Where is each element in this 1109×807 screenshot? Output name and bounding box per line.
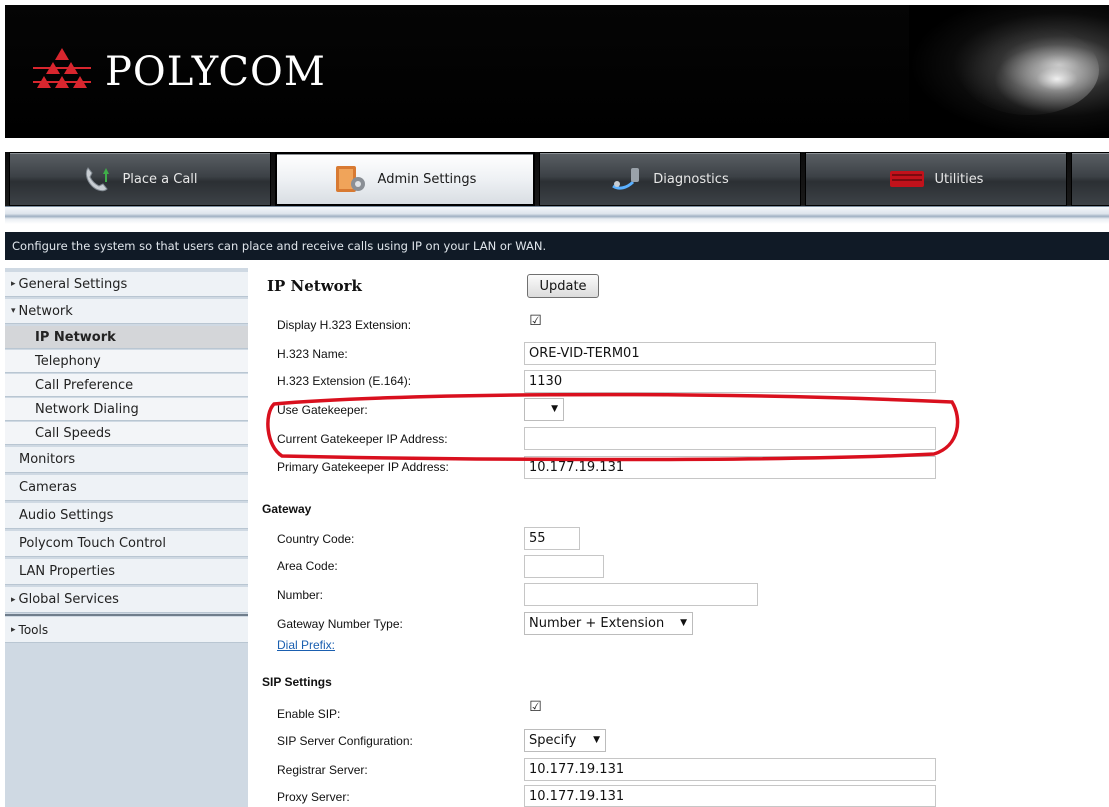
sidebar-item-label: Network <box>18 303 73 319</box>
utilities-icon <box>889 167 925 191</box>
expand-arrow-icon: ▸ <box>11 624 16 635</box>
gateway-number-type-value: Number + Extension <box>529 616 665 631</box>
enable-sip-checkbox[interactable]: ☑ <box>529 700 542 715</box>
sidebar-item-label: Tools <box>18 622 49 637</box>
tab-utilities-label: Utilities <box>934 171 984 187</box>
proxy-server-field[interactable]: 10.177.19.131 <box>524 785 936 807</box>
use-gatekeeper-select[interactable]: ▼ <box>524 398 564 421</box>
header-divider <box>5 138 1109 152</box>
sip-server-configuration-value: Specify <box>529 733 577 748</box>
tab-partial[interactable] <box>1071 152 1109 206</box>
sidebar-item-polycom-touch-control[interactable]: Polycom Touch Control <box>5 531 248 557</box>
highlight-annotation <box>266 392 960 462</box>
header-banner: POLYCOM <box>5 5 1109 138</box>
h323-extension-label: H.323 Extension (E.164): <box>277 374 412 388</box>
sidebar-item-label: IP Network <box>35 329 116 345</box>
number-label: Number: <box>277 588 324 602</box>
header-splash-graphic <box>959 25 1099 115</box>
gateway-number-type-label: Gateway Number Type: <box>277 617 403 631</box>
area-code-label: Area Code: <box>277 559 338 573</box>
gateway-section-title: Gateway <box>262 502 312 516</box>
chevron-down-icon: ▼ <box>593 735 600 745</box>
primary-gatekeeper-ip-field[interactable]: 10.177.19.131 <box>524 456 936 479</box>
tab-utilities[interactable]: Utilities <box>805 152 1067 206</box>
sidebar-item-global-services[interactable]: ▸ Global Services <box>5 587 248 613</box>
sidebar-item-label: Audio Settings <box>19 508 114 523</box>
chevron-down-icon: ▼ <box>680 618 687 628</box>
enable-sip-label: Enable SIP: <box>277 707 341 721</box>
sidebar-item-tools[interactable]: ▸ Tools <box>5 617 248 643</box>
current-gatekeeper-ip-field[interactable] <box>524 427 936 450</box>
sidebar-item-label: LAN Properties <box>19 564 115 579</box>
sidebar-item-general-settings[interactable]: ▸ General Settings <box>5 272 248 297</box>
sidebar-item-audio-settings[interactable]: Audio Settings <box>5 503 248 529</box>
sidebar-item-cameras[interactable]: Cameras <box>5 475 248 501</box>
tab-diagnostics-label: Diagnostics <box>653 171 729 187</box>
main-nav: Place a Call Admin Settings Diagnostics … <box>5 152 1109 206</box>
sidebar-item-label: Monitors <box>19 452 76 467</box>
collapse-arrow-icon: ▾ <box>11 306 16 316</box>
sidebar-item-label: General Settings <box>18 276 128 292</box>
country-code-label: Country Code: <box>277 532 355 546</box>
current-gatekeeper-ip-label: Current Gatekeeper IP Address: <box>277 432 448 446</box>
gateway-number-type-select[interactable]: Number + Extension ▼ <box>524 612 693 635</box>
tab-admin-settings-label: Admin Settings <box>377 171 477 187</box>
brand-name: POLYCOM <box>105 49 326 95</box>
sidebar: ▸ General Settings ▾ Network IP Network … <box>5 268 248 807</box>
tab-admin-settings[interactable]: Admin Settings <box>275 152 535 206</box>
diagnostics-icon <box>611 164 643 194</box>
registrar-server-field[interactable]: 10.177.19.131 <box>524 758 936 781</box>
sip-server-configuration-select[interactable]: Specify ▼ <box>524 729 606 752</box>
info-bar: Configure the system so that users can p… <box>5 232 1109 260</box>
sidebar-item-label: Global Services <box>18 592 119 607</box>
sip-server-configuration-label: SIP Server Configuration: <box>277 734 413 748</box>
tab-place-a-call-label: Place a Call <box>122 171 198 187</box>
chevron-down-icon: ▼ <box>551 404 558 414</box>
sidebar-item-network[interactable]: ▾ Network <box>5 299 248 324</box>
sidebar-item-lan-properties[interactable]: LAN Properties <box>5 559 248 585</box>
proxy-server-label: Proxy Server: <box>277 790 350 804</box>
tab-diagnostics[interactable]: Diagnostics <box>539 152 801 206</box>
polycom-logo: POLYCOM <box>31 43 326 101</box>
update-button[interactable]: Update <box>527 274 599 298</box>
h323-extension-field[interactable]: 1130 <box>524 370 936 393</box>
display-h323-extension-label: Display H.323 Extension: <box>277 318 412 332</box>
sidebar-divider <box>5 614 248 616</box>
sidebar-item-ip-network[interactable]: IP Network <box>5 326 248 349</box>
phone-icon <box>82 164 112 194</box>
primary-gatekeeper-ip-label: Primary Gatekeeper IP Address: <box>277 460 449 474</box>
h323-name-field[interactable]: ORE-VID-TERM01 <box>524 342 936 365</box>
sidebar-item-label: Cameras <box>19 480 77 495</box>
admin-settings-icon <box>334 164 368 194</box>
sidebar-item-call-preference[interactable]: Call Preference <box>5 374 248 397</box>
sidebar-item-label: Telephony <box>35 353 101 369</box>
sidebar-item-call-speeds[interactable]: Call Speeds <box>5 422 248 445</box>
expand-arrow-icon: ▸ <box>11 594 16 605</box>
sidebar-item-telephony[interactable]: Telephony <box>5 350 248 373</box>
tab-place-a-call[interactable]: Place a Call <box>9 152 271 206</box>
dial-prefix-link[interactable]: Dial Prefix: <box>277 638 335 652</box>
sidebar-item-network-dialing[interactable]: Network Dialing <box>5 398 248 421</box>
sidebar-item-label: Call Preference <box>35 377 134 393</box>
h323-name-label: H.323 Name: <box>277 347 348 361</box>
page-title: IP Network <box>267 277 362 295</box>
polycom-triangles-icon <box>33 48 91 88</box>
use-gatekeeper-label: Use Gatekeeper: <box>277 403 368 417</box>
display-h323-extension-checkbox[interactable]: ☑ <box>529 314 542 329</box>
area-code-field[interactable] <box>524 555 604 578</box>
sip-settings-section-title: SIP Settings <box>262 675 332 689</box>
expand-arrow-icon: ▸ <box>11 279 16 289</box>
sidebar-item-label: Network Dialing <box>35 401 139 417</box>
number-field[interactable] <box>524 583 758 606</box>
sidebar-item-label: Polycom Touch Control <box>19 536 166 551</box>
sidebar-item-monitors[interactable]: Monitors <box>5 447 248 473</box>
sidebar-item-label: Call Speeds <box>35 425 111 441</box>
registrar-server-label: Registrar Server: <box>277 763 368 777</box>
nav-band <box>5 206 1109 224</box>
country-code-field[interactable]: 55 <box>524 527 580 550</box>
